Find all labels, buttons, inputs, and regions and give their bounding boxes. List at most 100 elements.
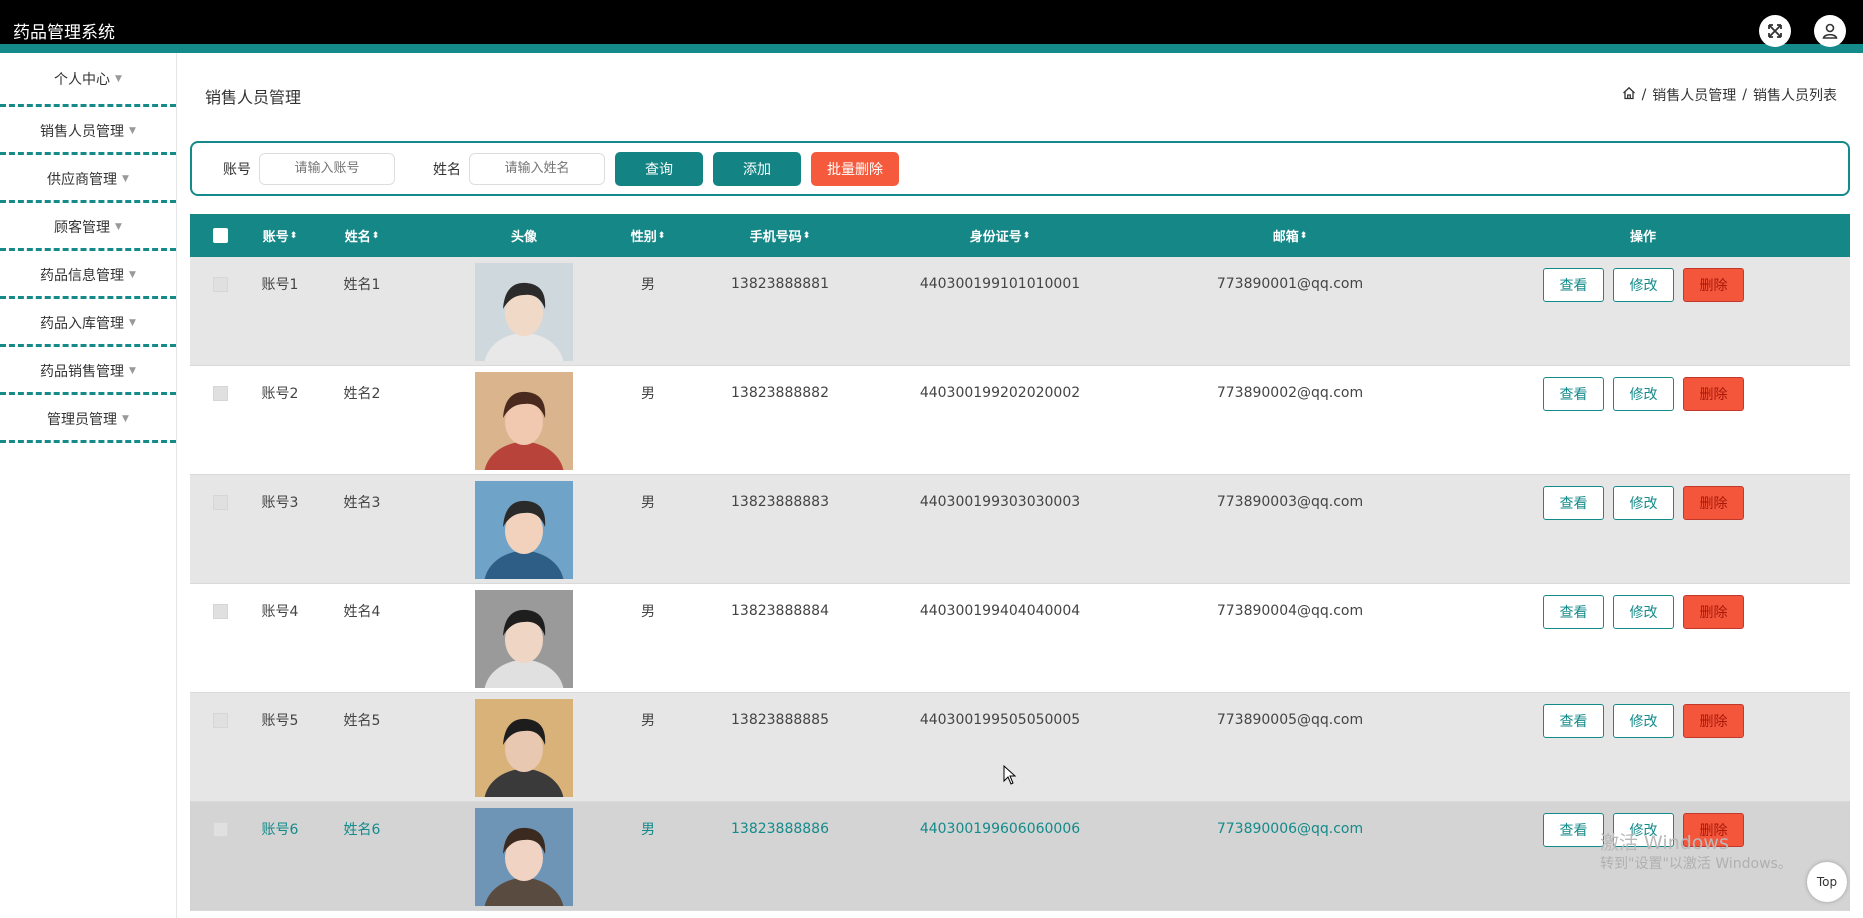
fullscreen-icon[interactable] [1759, 15, 1791, 47]
row-phone: 13823888884 [731, 603, 829, 619]
breadcrumb: / 销售人员管理 / 销售人员列表 [1622, 85, 1837, 105]
delete-button[interactable]: 删除 [1683, 377, 1744, 411]
home-icon[interactable] [1622, 86, 1636, 104]
delete-button[interactable]: 删除 [1683, 486, 1744, 520]
row-checkbox[interactable] [213, 693, 228, 747]
sidebar-item-drug-info[interactable]: 药品信息管理 ▼ [0, 253, 176, 299]
row-checkbox[interactable] [213, 475, 228, 529]
breadcrumb-separator: / [1641, 87, 1647, 103]
sidebar-item-suppliers[interactable]: 供应商管理 ▼ [0, 157, 176, 203]
avatar [475, 590, 573, 688]
row-gender: 男 [641, 822, 655, 838]
sidebar-item-drug-sales[interactable]: 药品销售管理 ▼ [0, 349, 176, 395]
row-gender: 男 [641, 604, 655, 620]
header-account-label: 账号 [262, 230, 289, 245]
table-row: 账号4 姓名4 男 13823888884 440300199404040004… [190, 584, 1850, 693]
sidebar-item-label: 管理员管理 [47, 411, 118, 428]
row-email: 773890001@qq.com [1216, 276, 1364, 292]
sidebar-item-admins[interactable]: 管理员管理 ▼ [0, 397, 176, 443]
view-button[interactable]: 查看 [1543, 704, 1604, 738]
view-button[interactable]: 查看 [1543, 813, 1604, 847]
row-email: 773890005@qq.com [1216, 712, 1364, 728]
breadcrumb-separator: / [1742, 87, 1747, 103]
back-to-top-button[interactable]: Top [1807, 862, 1847, 902]
sidebar-item-label: 药品销售管理 [40, 363, 125, 380]
caret-down-icon: ▼ [129, 125, 136, 136]
row-email: 773890002@qq.com [1216, 385, 1364, 401]
sort-icon: ⬍ [802, 230, 811, 241]
account-label: 账号 [223, 161, 251, 178]
breadcrumb-item-list: 销售人员列表 [1753, 88, 1837, 104]
row-idcard: 440300199505050005 [919, 712, 1081, 728]
row-email: 773890006@qq.com [1216, 821, 1364, 837]
row-phone: 13823888885 [731, 712, 829, 728]
user-icon[interactable] [1814, 15, 1846, 47]
row-gender: 男 [641, 277, 655, 293]
select-all-checkbox[interactable] [213, 214, 228, 257]
sort-icon: ⬍ [657, 230, 666, 241]
add-button[interactable]: 添加 [713, 151, 801, 186]
caret-down-icon: ▼ [129, 317, 136, 328]
row-gender: 男 [641, 495, 655, 511]
row-checkbox[interactable] [213, 584, 228, 638]
view-button[interactable]: 查看 [1543, 595, 1604, 629]
row-account: 账号2 [261, 386, 299, 402]
view-button[interactable]: 查看 [1543, 486, 1604, 520]
edit-button[interactable]: 修改 [1613, 377, 1674, 411]
header-name[interactable]: 姓名 ⬍ [332, 214, 392, 257]
search-panel: 账号 姓名 查询 添加 批量删除 [190, 141, 1850, 196]
breadcrumb-item-sales-staff[interactable]: 销售人员管理 [1652, 85, 1736, 105]
row-email: 773890004@qq.com [1216, 603, 1364, 619]
caret-down-icon: ▼ [122, 173, 129, 184]
account-search-input[interactable] [259, 152, 395, 185]
sidebar-item-customers[interactable]: 顾客管理 ▼ [0, 205, 176, 251]
row-idcard: 440300199101010001 [919, 276, 1081, 292]
name-search-input[interactable] [469, 152, 605, 185]
edit-button[interactable]: 修改 [1613, 595, 1674, 629]
table-row: 账号1 姓名1 男 13823888881 440300199101010001… [190, 257, 1850, 366]
delete-button[interactable]: 删除 [1683, 704, 1744, 738]
batch-delete-button[interactable]: 批量删除 [811, 151, 899, 186]
sidebar-item-label: 顾客管理 [54, 219, 111, 236]
row-actions: 查看 修改 删除 [1543, 595, 1744, 629]
edit-button[interactable]: 修改 [1613, 268, 1674, 302]
row-account: 账号1 [261, 277, 299, 293]
row-checkbox[interactable] [213, 366, 228, 420]
row-gender: 男 [641, 713, 655, 729]
header-idcard[interactable]: 身份证号 ⬍ [910, 214, 1090, 257]
query-button[interactable]: 查询 [615, 151, 703, 186]
edit-button[interactable]: 修改 [1613, 704, 1674, 738]
row-account: 账号6 [261, 822, 299, 838]
sidebar-item-sales-staff[interactable]: 销售人员管理 ▼ [0, 109, 176, 155]
view-button[interactable]: 查看 [1543, 377, 1604, 411]
avatar [475, 263, 573, 361]
sidebar-item-drug-stock-in[interactable]: 药品入库管理 ▼ [0, 301, 176, 347]
row-checkbox[interactable] [213, 802, 228, 856]
windows-activation-hint: 转到"设置"以激活 Windows。 [1600, 856, 1792, 872]
row-checkbox[interactable] [213, 257, 228, 311]
sidebar-item-personal-center[interactable]: 个人中心 ▼ [0, 53, 176, 107]
delete-button[interactable]: 删除 [1683, 595, 1744, 629]
caret-down-icon: ▼ [129, 269, 136, 280]
header-gender[interactable]: 性别 ⬍ [608, 214, 688, 257]
caret-down-icon: ▼ [115, 73, 122, 84]
sidebar-item-label: 药品信息管理 [40, 267, 125, 284]
row-name: 姓名5 [343, 713, 381, 729]
edit-button[interactable]: 修改 [1613, 486, 1674, 520]
top-bar: 药品管理系统 [0, 0, 1863, 53]
view-button[interactable]: 查看 [1543, 268, 1604, 302]
row-idcard: 440300199202020002 [919, 385, 1081, 401]
header-actions: 操作 [1629, 230, 1656, 245]
delete-button[interactable]: 删除 [1683, 268, 1744, 302]
header-phone[interactable]: 手机号码 ⬍ [720, 214, 840, 257]
table-header: 账号 ⬍ 姓名 ⬍ 头像 性别 ⬍ 手机号码 ⬍ 身份证号 ⬍ 邮箱 ⬍ 操作 [190, 214, 1850, 257]
caret-down-icon: ▼ [122, 413, 129, 424]
row-idcard: 440300199606060006 [919, 821, 1081, 837]
row-name: 姓名2 [343, 386, 381, 402]
header-account[interactable]: 账号 ⬍ [250, 214, 310, 257]
row-actions: 查看 修改 删除 [1543, 377, 1744, 411]
header-email[interactable]: 邮箱 ⬍ [1200, 214, 1380, 257]
sort-icon: ⬍ [289, 230, 298, 241]
table-row: 账号5 姓名5 男 13823888885 440300199505050005… [190, 693, 1850, 802]
row-name: 姓名1 [343, 277, 381, 293]
